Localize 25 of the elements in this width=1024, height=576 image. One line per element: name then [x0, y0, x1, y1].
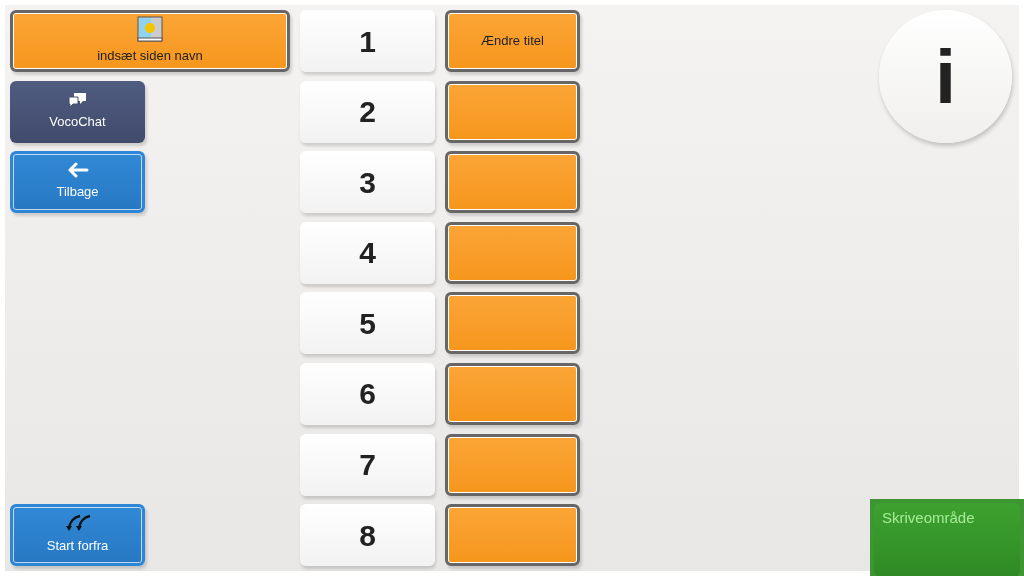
- number-key[interactable]: 7: [300, 433, 435, 496]
- info-button[interactable]: i: [879, 10, 1012, 143]
- number-key[interactable]: 4: [300, 221, 435, 284]
- board-button[interactable]: [445, 433, 580, 496]
- board-button[interactable]: [445, 292, 580, 355]
- window-sun-icon: [137, 16, 163, 43]
- board-button[interactable]: [445, 362, 580, 425]
- board-button[interactable]: VocoChat: [10, 80, 145, 143]
- chat-bubbles-icon: [67, 91, 88, 108]
- number-key[interactable]: 1: [300, 10, 435, 72]
- board-button[interactable]: [445, 151, 580, 214]
- board-button[interactable]: Tilbage: [10, 151, 145, 214]
- page-title-button[interactable]: indsæt siden navn: [10, 10, 290, 72]
- board-button[interactable]: [445, 221, 580, 284]
- board-button[interactable]: Ændre titel: [445, 10, 580, 72]
- board-button[interactable]: Start forfra: [10, 504, 145, 567]
- number-key[interactable]: 6: [300, 362, 435, 425]
- board-button[interactable]: [445, 80, 580, 143]
- left-arrow-icon: [66, 162, 89, 179]
- number-key[interactable]: 3: [300, 151, 435, 214]
- number-key[interactable]: 5: [300, 292, 435, 355]
- curved-arrows-icon: [63, 514, 92, 533]
- board-button[interactable]: [445, 504, 580, 567]
- number-key[interactable]: 8: [300, 504, 435, 567]
- number-key[interactable]: 2: [300, 80, 435, 143]
